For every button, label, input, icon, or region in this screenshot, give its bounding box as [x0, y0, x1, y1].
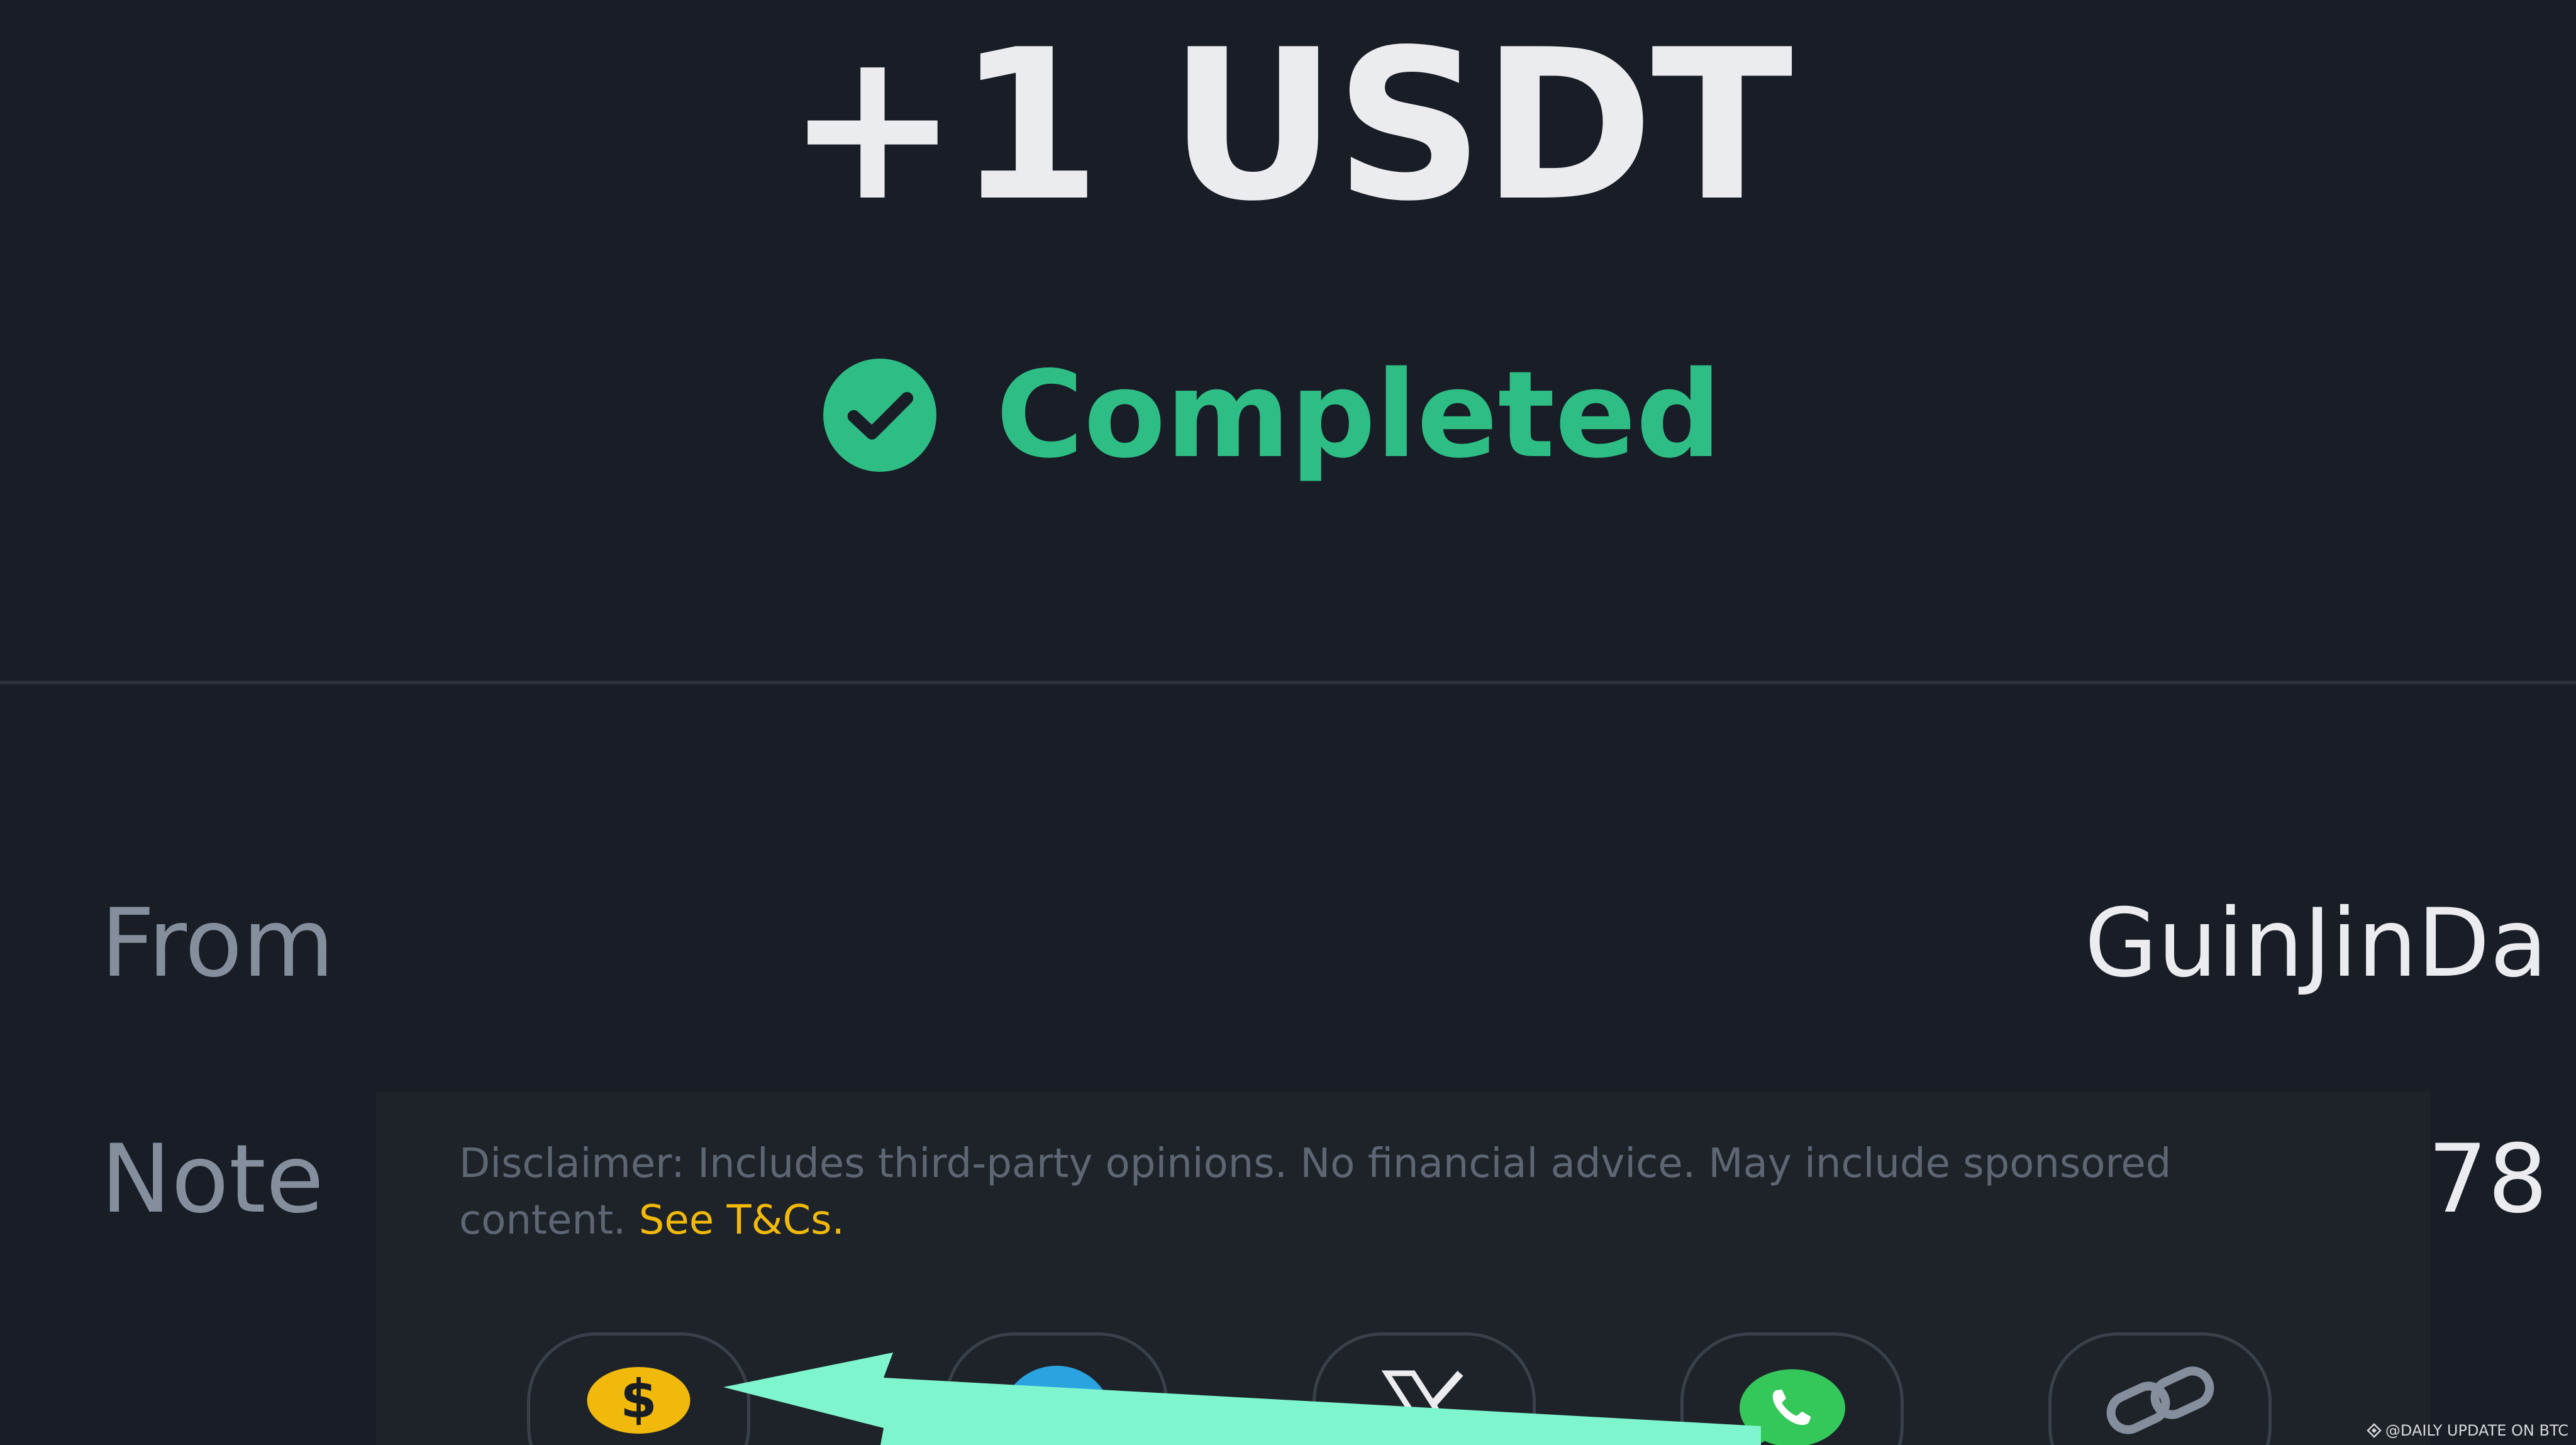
- note-value: 78: [2428, 1125, 2548, 1234]
- disclaimer: Disclaimer: Includes third-party opinion…: [459, 1135, 2346, 1249]
- transaction-amount: +1 USDT: [786, 5, 1793, 247]
- link-icon: [2106, 1366, 2214, 1434]
- share-dollar-button[interactable]: $: [527, 1332, 750, 1445]
- check-circle-icon: [823, 359, 936, 472]
- watermark: @DAILY UPDATE ON BTC: [2367, 1421, 2568, 1440]
- dollar-icon: $: [587, 1367, 690, 1434]
- transaction-status: Completed: [0, 352, 2576, 478]
- share-copy-link-button[interactable]: [2048, 1332, 2272, 1445]
- status-label: Completed: [996, 345, 1722, 484]
- terms-link[interactable]: See T&Cs.: [639, 1197, 845, 1244]
- from-label: From: [101, 889, 335, 998]
- annotation-arrow: [723, 1353, 1761, 1445]
- diamond-icon: [2367, 1423, 2382, 1438]
- from-value: GuinJinDa: [2084, 889, 2548, 998]
- watermark-text: @DAILY UPDATE ON BTC: [2385, 1422, 2568, 1439]
- svg-text:$: $: [620, 1368, 657, 1430]
- divider: [0, 681, 2576, 684]
- note-label: Note: [101, 1125, 325, 1234]
